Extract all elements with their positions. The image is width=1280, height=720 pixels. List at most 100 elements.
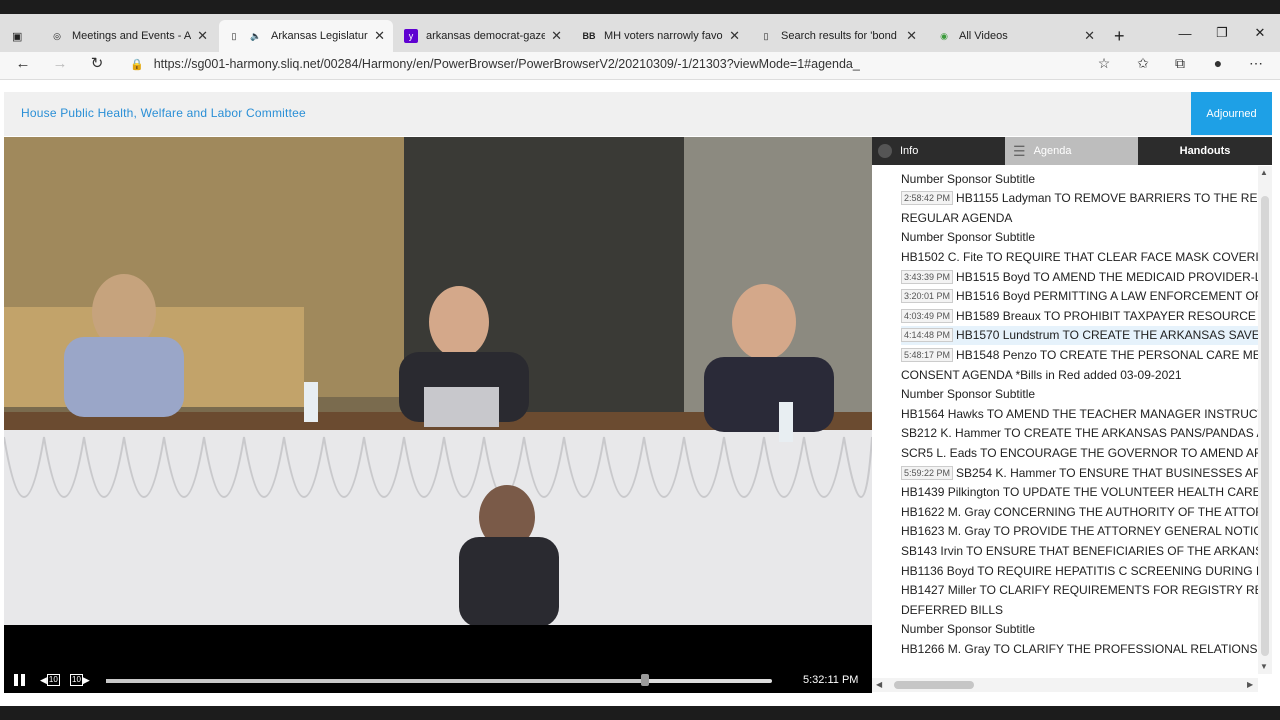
agenda-text: HB1622 M. Gray CONCERNING THE AUTHORITY … [901, 504, 1258, 519]
forward-icon[interactable]: → [46, 52, 74, 74]
video-player[interactable] [4, 137, 872, 625]
scroll-right-icon[interactable]: ▶ [1247, 680, 1253, 689]
agenda-item[interactable]: SB212 K. Hammer TO CREATE THE ARKANSAS P… [901, 424, 1258, 443]
lock-icon[interactable]: 🔒 [130, 58, 144, 71]
tab-label: Info [900, 145, 919, 157]
new-tab-icon[interactable]: + [1106, 20, 1134, 52]
add-favorite-icon[interactable]: ☆ [1092, 52, 1116, 74]
agenda-text: CONSENT AGENDA *Bills in Red added 03-09… [901, 367, 1182, 382]
collections-icon[interactable]: ⧉ [1168, 52, 1192, 74]
yahoo-icon: y [404, 29, 418, 43]
close-tab-icon[interactable]: ✕ [197, 28, 208, 44]
agenda-text: HB1516 Boyd PERMITTING A LAW ENFORCEMENT… [956, 289, 1258, 304]
video-icon: ◉ [940, 30, 948, 41]
vertical-scrollbar[interactable] [1258, 166, 1272, 674]
scrollbar-thumb[interactable] [1261, 196, 1269, 656]
agenda-item[interactable]: Number Sponsor Subtitle [901, 385, 1258, 404]
browser-tab[interactable]: BB MH voters narrowly favor bond ✕ [574, 20, 748, 52]
agenda-text: HB1589 Breaux TO PROHIBIT TAXPAYER RESOU… [956, 308, 1258, 323]
agenda-item[interactable]: 5:48:17 PM HB1548 Penzo TO CREATE THE PER… [901, 345, 1258, 364]
favorites-icon[interactable]: ✩ [1131, 52, 1155, 74]
tab-handouts[interactable]: Handouts [1138, 137, 1272, 165]
agenda-item[interactable]: HB1623 M. Gray TO PROVIDE THE ATTORNEY G… [901, 522, 1258, 541]
agenda-item[interactable]: HB1439 Pilkington TO UPDATE THE VOLUNTEE… [901, 483, 1258, 502]
agenda-item[interactable]: 3:43:39 PM HB1515 Boyd TO AMEND THE MEDIC… [901, 267, 1258, 286]
address-bar[interactable]: 🔒 https://sg001-harmony.sliq.net/00284/H… [130, 55, 1090, 73]
close-tab-icon[interactable]: ✕ [374, 28, 385, 44]
skip-back-button[interactable]: ◀ 10 [40, 673, 60, 687]
close-tab-icon[interactable]: ✕ [1084, 28, 1095, 44]
tab-title: Meetings and Events - Arkansas [72, 30, 192, 42]
tab-info[interactable]: Info [872, 137, 1005, 165]
pause-button[interactable] [14, 674, 28, 688]
agenda-item[interactable]: 4:14:48 PM HB1570 Lundstrum TO CREATE THE… [901, 325, 1258, 345]
agenda-timestamp[interactable]: 5:48:17 PM [901, 347, 954, 362]
tab-title: Arkansas Legislature [271, 30, 369, 42]
news-icon: BB [582, 31, 596, 41]
agenda-item[interactable]: DEFERRED BILLS [901, 600, 1258, 619]
agenda-item[interactable]: SB143 Irvin TO ENSURE THAT BENEFICIARIES… [901, 541, 1258, 560]
agenda-item[interactable]: HB1266 M. Gray TO CLARIFY THE PROFESSION… [901, 639, 1258, 658]
agenda-timestamp[interactable]: 4:03:49 PM [901, 308, 954, 323]
agenda-item[interactable]: 4:03:49 PM HB1589 Breaux TO PROHIBIT TAXP… [901, 306, 1258, 325]
browser-tab[interactable]: ◉ All Videos ✕ [929, 20, 1103, 52]
close-window-icon[interactable]: ✕ [1241, 14, 1279, 52]
agenda-item[interactable]: CONSENT AGENDA *Bills in Red added 03-09… [901, 365, 1258, 384]
rewind-icon: ◀ [40, 674, 47, 685]
status-badge: Adjourned [1191, 92, 1272, 135]
scroll-left-icon[interactable]: ◀ [876, 680, 882, 689]
agenda-timestamp[interactable]: 3:20:01 PM [901, 289, 954, 304]
scrollbar-thumb[interactable] [894, 681, 974, 689]
speaker-icon[interactable]: 🔈 [249, 29, 263, 43]
seek-bar[interactable] [106, 679, 772, 683]
agenda-timestamp[interactable]: 4:14:48 PM [901, 328, 954, 343]
sidebar-toggle-icon[interactable]: ▣ [4, 20, 40, 52]
browser-tab[interactable]: y arkansas democrat-gazette ✕ [396, 20, 570, 52]
seek-thumb[interactable] [641, 674, 650, 686]
tab-title: Search results for 'bond issue' [781, 30, 900, 42]
profile-icon[interactable]: ● [1206, 52, 1230, 74]
browser-tab[interactable]: ▯ Search results for 'bond issue' ✕ [751, 20, 925, 52]
agenda-item[interactable]: SCR5 L. Eads TO ENCOURAGE THE GOVERNOR T… [901, 443, 1258, 462]
restore-icon[interactable]: ❐ [1203, 14, 1241, 52]
close-tab-icon[interactable]: ✕ [551, 28, 562, 44]
globe-icon: ◎ [53, 30, 61, 41]
agenda-item[interactable]: HB1622 M. Gray CONCERNING THE AUTHORITY … [901, 502, 1258, 521]
pause-bar [21, 674, 25, 686]
agenda-text: Number Sponsor Subtitle [901, 230, 1036, 245]
agenda-timestamp[interactable]: 5:59:22 PM [901, 465, 954, 480]
minimize-icon[interactable]: — [1166, 14, 1204, 52]
browser-tab[interactable]: ◎ Meetings and Events - Arkansas ✕ [42, 20, 216, 52]
agenda-item[interactable]: HB1564 Hawks TO AMEND THE TEACHER MANAGE… [901, 404, 1258, 423]
agenda-item[interactable]: REGULAR AGENDA [901, 208, 1258, 227]
agenda-item[interactable]: Number Sponsor Subtitle [901, 620, 1258, 639]
close-tab-icon[interactable]: ✕ [906, 28, 917, 44]
horizontal-scrollbar[interactable] [872, 678, 1258, 692]
agenda-item[interactable]: HB1427 Miller TO CLARIFY REQUIREMENTS FO… [901, 581, 1258, 600]
agenda-item[interactable]: 5:59:22 PM SB254 K. Hammer TO ENSURE THAT… [901, 463, 1258, 482]
reload-icon[interactable]: ↻ [83, 52, 111, 74]
agenda-item[interactable]: Number Sponsor Subtitle [901, 228, 1258, 247]
tab-agenda[interactable]: ☰ Agenda [1005, 137, 1138, 165]
agenda-list: Number Sponsor Subtitle 2:58:42 PM HB1155 … [872, 166, 1258, 676]
agenda-text: HB1548 Penzo TO CREATE THE PERSONAL CARE… [956, 347, 1258, 362]
skip-forward-button[interactable]: 10 ▶ [70, 673, 90, 687]
back-icon[interactable]: ← [9, 52, 37, 74]
scroll-down-icon[interactable]: ▼ [1260, 662, 1268, 671]
skip-forward-label: 10 [70, 674, 83, 686]
agenda-text: HB1427 Miller TO CLARIFY REQUIREMENTS FO… [901, 583, 1258, 598]
agenda-item[interactable]: 3:20:01 PM HB1516 Boyd PERMITTING A LAW E… [901, 287, 1258, 306]
agenda-item[interactable]: HB1136 Boyd TO REQUIRE HEPATITIS C SCREE… [901, 561, 1258, 580]
agenda-item[interactable]: Number Sponsor Subtitle [901, 169, 1258, 188]
close-tab-icon[interactable]: ✕ [729, 28, 740, 44]
committee-title: House Public Health, Welfare and Labor C… [21, 106, 306, 120]
browser-tab-active[interactable]: ▯ 🔈 Arkansas Legislature ✕ [219, 20, 393, 52]
agenda-item[interactable]: 2:58:42 PM HB1155 Ladyman TO REMOVE BARRI… [901, 189, 1258, 208]
agenda-timestamp[interactable]: 3:43:39 PM [901, 269, 954, 284]
agenda-timestamp[interactable]: 2:58:42 PM [901, 191, 954, 206]
scroll-up-icon[interactable]: ▲ [1260, 168, 1268, 177]
forward-icon: ▶ [82, 674, 90, 685]
agenda-item[interactable]: HB1502 C. Fite TO REQUIRE THAT CLEAR FAC… [901, 247, 1258, 266]
more-menu-icon[interactable]: ⋯ [1244, 52, 1268, 74]
page-icon: ▯ [763, 30, 769, 41]
